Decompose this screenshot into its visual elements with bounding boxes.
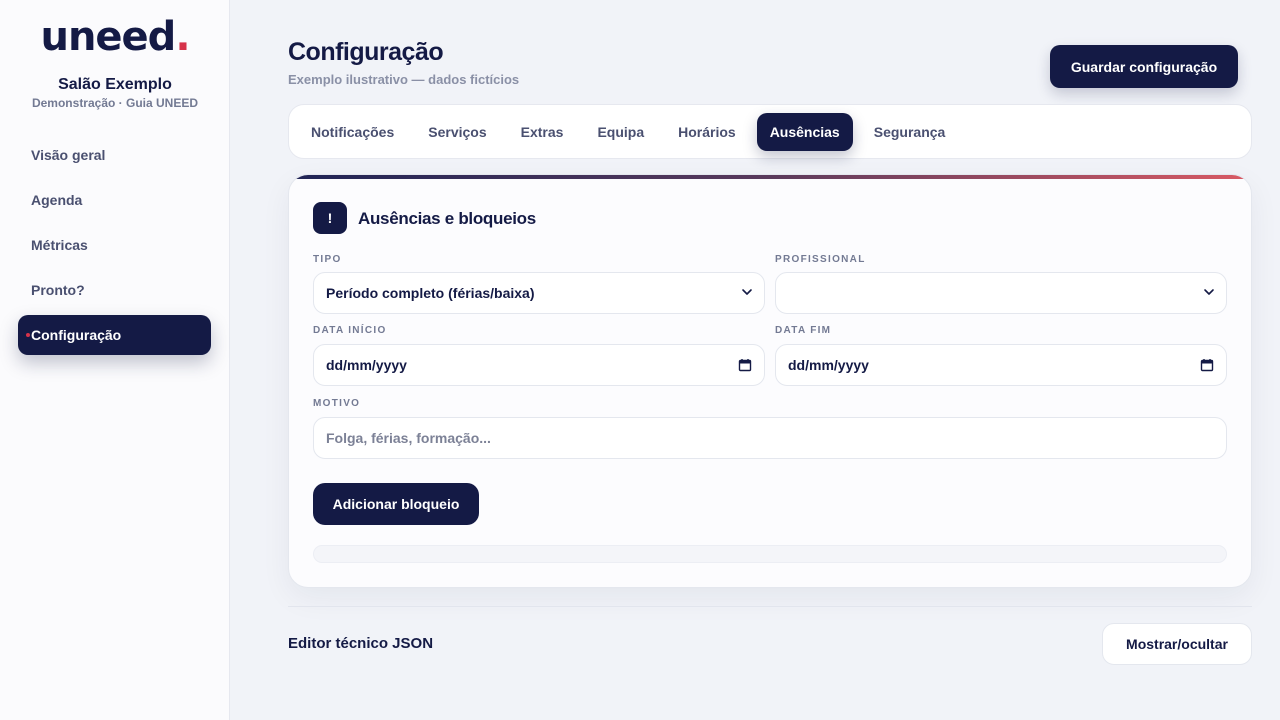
brand-name: Salão Exemplo [58,76,172,93]
absences-card: ! Ausências e bloqueios TIPO Período com… [288,174,1252,588]
tab-seguranca[interactable]: Segurança [861,113,959,151]
data-inicio-value: dd/mm/yyyy [326,357,407,373]
add-block-button[interactable]: Adicionar bloqueio [313,483,479,525]
save-config-button[interactable]: Guardar configuração [1050,45,1238,88]
toggle-json-button[interactable]: Mostrar/ocultar [1102,623,1252,665]
json-editor-title: Editor técnico JSON [288,635,434,652]
sidebar-item-label: Métricas [31,237,88,253]
brand-subtitle: Demonstração · Guia UNEED [31,96,199,110]
sidebar-item-label: Configuração [31,327,122,343]
section-divider [288,606,1252,607]
blocks-list [313,545,1227,563]
alert-icon: ! [313,202,347,234]
tab-servicos[interactable]: Serviços [415,113,499,151]
chevron-down-icon [742,289,752,295]
sidebar: uneed. Salão Exemplo Demonstração · Guia… [0,0,230,720]
tab-horarios[interactable]: Horários [665,113,749,151]
card-title: Ausências e bloqueios [358,209,536,228]
profissional-select[interactable] [775,272,1227,314]
data-fim-label: DATA FIM [775,325,832,336]
page-title: Configuração [288,38,444,66]
sidebar-item-configuracao[interactable]: Configuração [18,315,211,355]
sidebar-item-metricas[interactable]: Métricas [18,225,211,265]
sidebar-nav: Visão geral Agenda Métricas Pronto? Conf… [18,135,211,360]
calendar-icon[interactable] [738,358,752,372]
tipo-select[interactable]: Período completo (férias/baixa) [313,272,765,314]
data-fim-input[interactable]: dd/mm/yyyy [775,344,1227,386]
motivo-label: MOTIVO [313,398,361,409]
data-inicio-input[interactable]: dd/mm/yyyy [313,344,765,386]
sidebar-item-pronto[interactable]: Pronto? [18,270,211,310]
data-inicio-label: DATA INÍCIO [313,325,387,336]
sidebar-item-label: Visão geral [31,147,106,163]
sidebar-item-label: Agenda [31,192,83,208]
motivo-input[interactable]: Folga, férias, formação... [313,417,1227,459]
tipo-select-value: Período completo (férias/baixa) [326,285,535,301]
logo-dot: . [175,14,190,60]
calendar-icon[interactable] [1200,358,1214,372]
logo-text: uneed [40,14,176,60]
chevron-down-icon [1204,289,1214,295]
page-subtitle: Exemplo ilustrativo — dados fictícios [288,72,520,87]
tipo-label: TIPO [313,254,342,265]
logo: uneed. [0,14,230,60]
motivo-placeholder: Folga, férias, formação... [326,430,491,446]
card-accent-bar [289,175,1251,179]
settings-tabs: Notificações Serviços Extras Equipa Horá… [288,104,1252,159]
tab-extras[interactable]: Extras [508,113,577,151]
tab-equipa[interactable]: Equipa [584,113,657,151]
tab-ausencias[interactable]: Ausências [756,112,853,151]
sidebar-item-label: Pronto? [31,282,85,298]
profissional-label: PROFISSIONAL [775,254,866,265]
data-fim-value: dd/mm/yyyy [788,357,869,373]
sidebar-item-visao-geral[interactable]: Visão geral [18,135,211,175]
sidebar-item-agenda[interactable]: Agenda [18,180,211,220]
tab-notificacoes[interactable]: Notificações [298,113,407,151]
